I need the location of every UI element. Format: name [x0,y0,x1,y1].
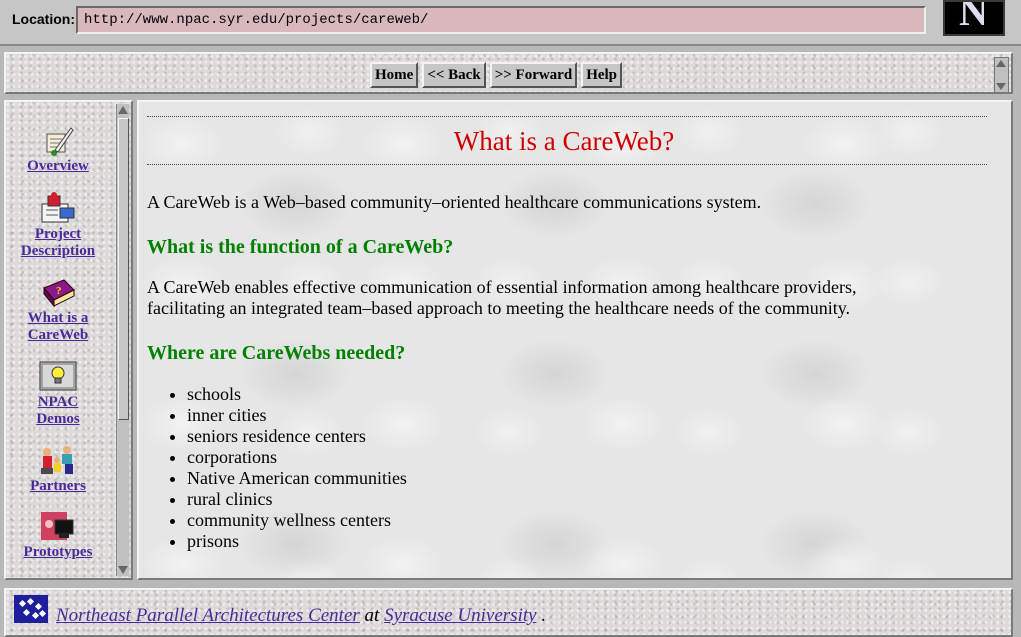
nav-button-group: Home << Back >> Forward Help [370,62,623,88]
nav-frame-scrollbar[interactable] [994,57,1009,93]
footer-at: at [359,605,385,626]
sidebar-frame: Overview Project Description ? What is a… [4,100,133,580]
logo-letter: N [959,0,988,34]
home-button[interactable]: Home [370,62,419,88]
location-url-field[interactable]: http://www.npac.syr.edu/projects/careweb… [76,6,926,34]
sidebar-label-demos[interactable]: Demos [8,411,108,428]
content-frame: What is a CareWeb? A CareWeb is a Web–ba… [137,100,1013,580]
sidebar-item-prototypes[interactable]: Prototypes [8,510,108,561]
list-item: rural clinics [187,489,407,510]
footer-frame: Northeast Parallel Architectures Center … [4,588,1013,637]
sidebar-item-partners[interactable]: Partners [8,444,108,495]
sidebar-item-overview[interactable]: Overview [8,124,108,175]
lightbulb-icon [39,361,77,391]
function-heading: What is the function of a CareWeb? [147,236,454,258]
location-bar: Location: http://www.npac.syr.edu/projec… [0,0,1021,46]
people-icon [41,446,73,474]
sidebar-item-project-description[interactable]: Project Description [8,192,108,260]
sidebar-label-description[interactable]: Description [8,243,108,260]
sidebar-label-project[interactable]: Project [8,226,108,243]
list-item: prisons [187,531,407,552]
needed-heading: Where are CareWebs needed? [147,342,406,364]
scroll-quill-icon [46,127,74,156]
sidebar-label-what-is-a[interactable]: What is a [8,310,108,327]
sidebar-label-overview[interactable]: Overview [8,158,108,175]
scrollbar-thumb[interactable] [118,118,129,420]
scroll-up-arrow-icon[interactable] [118,106,128,114]
list-item: seniors residence centers [187,426,407,447]
sidebar-label-careweb[interactable]: CareWeb [8,327,108,344]
package-icon [41,192,75,223]
help-button[interactable]: Help [581,62,623,88]
function-paragraph-line-1: A CareWeb enables effective communicatio… [147,277,857,297]
scroll-down-arrow-icon[interactable] [996,83,1006,90]
scroll-down-arrow-icon[interactable] [118,566,128,574]
places-list: schools inner cities seniors residence c… [167,384,407,552]
list-item: schools [187,384,407,405]
sidebar-label-prototypes[interactable]: Prototypes [8,544,108,561]
list-item: community wellness centers [187,510,407,531]
sidebar-item-what-is-careweb[interactable]: ? What is a CareWeb [8,276,108,344]
netscape-logo-icon[interactable]: N [943,0,1005,36]
npac-logo-icon[interactable] [14,595,48,623]
sidebar-item-npac-demos[interactable]: NPAC Demos [8,360,108,428]
back-button[interactable]: << Back [422,62,486,88]
nav-frame: Home << Back >> Forward Help [4,52,1013,94]
footer-period: . [536,605,547,626]
computer-icon [41,512,74,540]
npac-link[interactable]: Northeast Parallel Architectures Center [56,605,360,626]
syracuse-link[interactable]: Syracuse University [384,605,536,626]
location-label: Location: [12,11,75,27]
list-item: corporations [187,447,407,468]
sidebar-scrollbar[interactable] [116,104,129,576]
page-title: What is a CareWeb? [453,126,675,156]
title-divider [147,164,987,165]
sidebar-label-partners[interactable]: Partners [8,478,108,495]
list-item: Native American communities [187,468,407,489]
list-item: inner cities [187,405,407,426]
svg-text:?: ? [56,285,62,297]
function-paragraph: A CareWeb enables effective communicatio… [147,277,856,319]
intro-paragraph: A CareWeb is a Web–based community–orien… [147,192,762,212]
sidebar-label-npac[interactable]: NPAC [8,394,108,411]
question-book-icon: ? [43,279,75,308]
forward-button[interactable]: >> Forward [489,62,578,88]
function-paragraph-line-2: facilitating an integrated team–based ap… [147,298,851,318]
top-divider [147,116,987,117]
scroll-up-arrow-icon[interactable] [996,60,1006,67]
footer-text: Northeast Parallel Architectures Center … [56,605,546,627]
